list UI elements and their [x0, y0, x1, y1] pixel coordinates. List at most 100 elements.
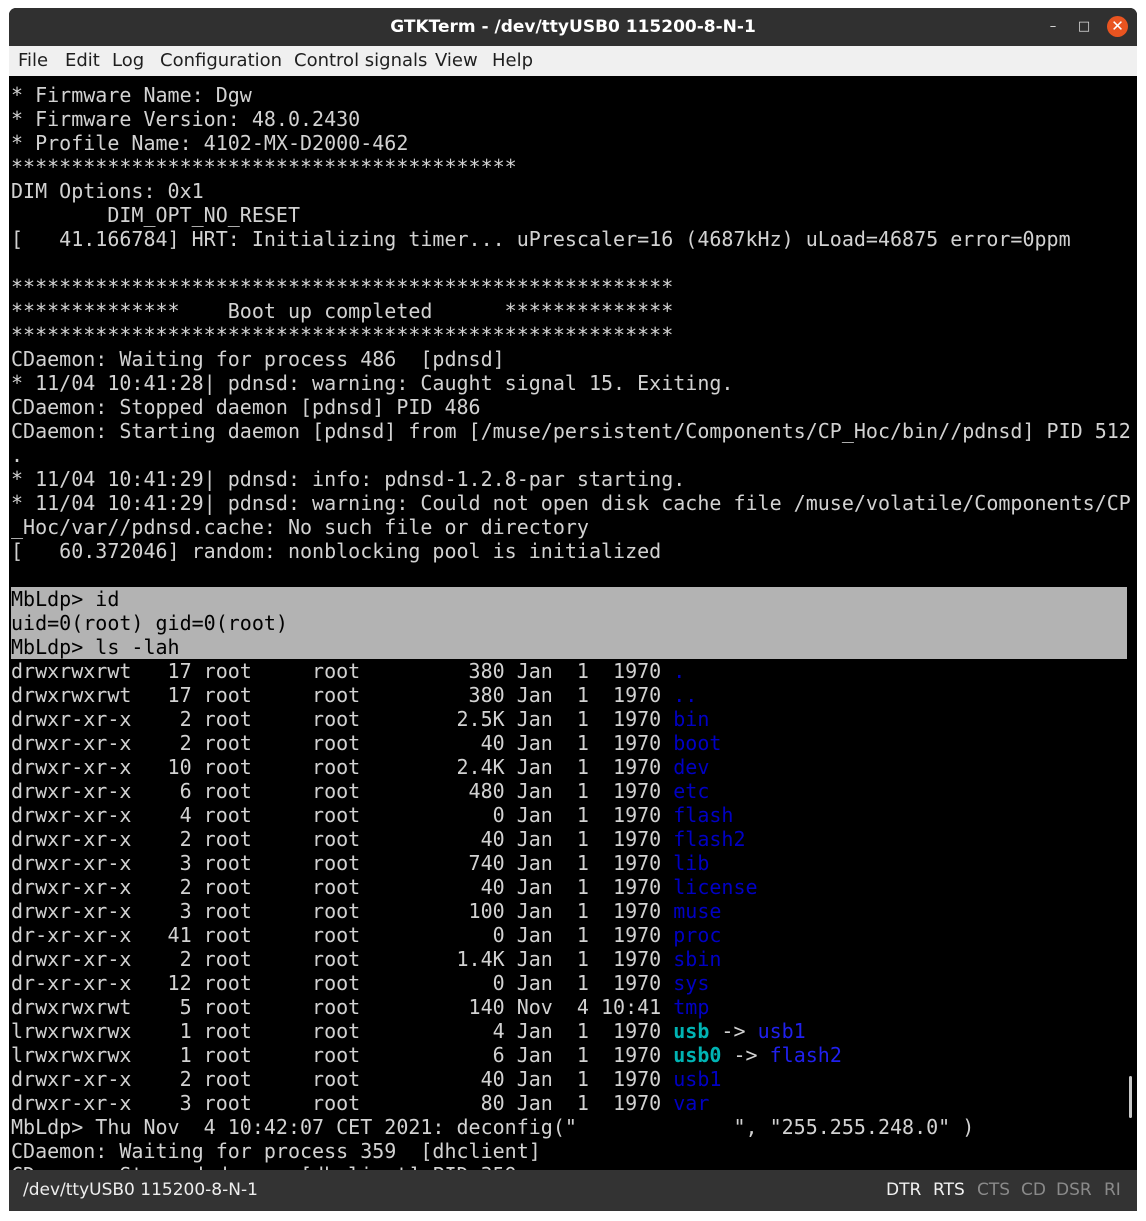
terminal-line: ************** Boot up completed *******… — [11, 299, 674, 323]
terminal-line: CDaemon: Waiting for process 486 [pdnsd] — [11, 347, 505, 371]
signal-rts: RTS — [933, 1180, 965, 1200]
menu-view[interactable]: View — [435, 46, 478, 76]
selected-line: uid=0(root) gid=0(root) — [11, 611, 288, 635]
maximize-icon[interactable]: □ — [1074, 17, 1094, 37]
directory-name: tmp — [673, 995, 710, 1019]
listing-row: drwxr-xr-x 3 root root 740 Jan 1 1970 li… — [11, 851, 709, 875]
listing-meta: drwxrwxrwt 17 root root 380 Jan 1 1970 — [11, 659, 674, 683]
listing-row: drwxr-xr-x 4 root root 0 Jan 1 1970 flas… — [11, 803, 733, 827]
directory-name: usb1 — [673, 1067, 722, 1091]
directory-name: license — [673, 875, 758, 899]
listing-meta: dr-xr-xr-x 41 root root 0 Jan 1 1970 — [11, 923, 674, 947]
listing-meta: drwxrwxrwt 5 root root 140 Nov 4 10:41 — [11, 995, 674, 1019]
scrollbar-thumb[interactable] — [1129, 1076, 1132, 1118]
terminal-line: [ 60.372046] random: nonblocking pool is… — [11, 539, 662, 563]
port-status: /dev/ttyUSB0 115200-8-N-1 — [23, 1180, 258, 1200]
terminal-line: . — [11, 443, 24, 467]
signal-dsr: DSR — [1056, 1180, 1092, 1200]
menu-edit[interactable]: Edit — [65, 46, 100, 76]
terminal-line: MbLdp> Thu Nov 4 10:42:07 CET 2021: deco… — [11, 1115, 975, 1139]
listing-meta: drwxr-xr-x 6 root root 480 Jan 1 1970 — [11, 779, 674, 803]
terminal-line: * 11/04 10:41:28| pdnsd: warning: Caught… — [11, 371, 734, 395]
directory-name: sys — [673, 971, 710, 995]
listing-meta: dr-xr-xr-x 12 root root 0 Jan 1 1970 — [11, 971, 674, 995]
terminal-line: CDaemon: Stopped daemon [dhclient] PID 3… — [11, 1163, 517, 1170]
directory-name: sbin — [673, 947, 722, 971]
symlink-arrow: -> — [709, 1019, 758, 1043]
listing-row: drwxrwxrwt 17 root root 380 Jan 1 1970 .… — [11, 683, 697, 707]
directory-name: var — [673, 1091, 710, 1115]
window-title: GTKTerm - /dev/ttyUSB0 115200-8-N-1 — [390, 17, 756, 37]
menu-log[interactable]: Log — [112, 46, 144, 76]
terminal-line: DIM Options: 0x1 — [11, 179, 204, 203]
listing-row: dr-xr-xr-x 41 root root 0 Jan 1 1970 pro… — [11, 923, 721, 947]
minimize-icon[interactable]: – — [1043, 17, 1063, 37]
listing-meta: drwxr-xr-x 3 root root 740 Jan 1 1970 — [11, 851, 674, 875]
listing-meta: drwxr-xr-x 4 root root 0 Jan 1 1970 — [11, 803, 674, 827]
listing-meta: drwxr-xr-x 2 root root 2.5K Jan 1 1970 — [11, 707, 674, 731]
listing-meta: drwxr-xr-x 3 root root 100 Jan 1 1970 — [11, 899, 674, 923]
terminal-line: CDaemon: Starting daemon [pdnsd] from [/… — [11, 419, 1131, 443]
terminal-line: * 11/04 10:41:29| pdnsd: warning: Could … — [11, 491, 1131, 515]
terminal-line: * Profile Name: 4102-MX-D2000-462 — [11, 131, 409, 155]
terminal-line: [ 41.166784] HRT: Initializing timer... … — [11, 227, 1071, 251]
directory-name: proc — [673, 923, 722, 947]
menu-help[interactable]: Help — [492, 46, 533, 76]
directory-name: flash — [673, 803, 734, 827]
title-bar[interactable]: GTKTerm - /dev/ttyUSB0 115200-8-N-1 – □ … — [9, 8, 1137, 46]
close-icon[interactable]: ✕ — [1107, 16, 1128, 37]
symlink-name: usb — [673, 1019, 710, 1043]
listing-meta: drwxr-xr-x 2 root root 40 Jan 1 1970 — [11, 1067, 674, 1091]
symlink-arrow: -> — [721, 1043, 770, 1067]
directory-name: bin — [673, 707, 710, 731]
directory-name: flash2 — [673, 827, 746, 851]
listing-row: drwxr-xr-x 2 root root 40 Jan 1 1970 usb… — [11, 1067, 721, 1091]
listing-row: drwxr-xr-x 10 root root 2.4K Jan 1 1970 … — [11, 755, 709, 779]
menu-bar: File Edit Log Configuration Control sign… — [9, 46, 1137, 76]
listing-row: drwxr-xr-x 2 root root 40 Jan 1 1970 fla… — [11, 827, 746, 851]
listing-meta: lrwxrwxrwx 1 root root 4 Jan 1 1970 — [11, 1019, 674, 1043]
listing-meta: lrwxrwxrwx 1 root root 6 Jan 1 1970 — [11, 1043, 674, 1067]
listing-row: drwxr-xr-x 6 root root 480 Jan 1 1970 et… — [11, 779, 709, 803]
listing-row: drwxrwxrwt 5 root root 140 Nov 4 10:41 t… — [11, 995, 709, 1019]
terminal-line: _Hoc/var//pdnsd.cache: No such file or d… — [11, 515, 589, 539]
directory-name: dev — [673, 755, 710, 779]
signal-dtr: DTR — [886, 1180, 922, 1200]
terminal-line: ****************************************… — [11, 323, 674, 347]
listing-meta: drwxr-xr-x 10 root root 2.4K Jan 1 1970 — [11, 755, 674, 779]
listing-row: drwxr-xr-x 2 root root 40 Jan 1 1970 boo… — [11, 731, 721, 755]
selected-line: MbLdp> id — [11, 587, 120, 611]
listing-meta: drwxr-xr-x 2 root root 40 Jan 1 1970 — [11, 827, 674, 851]
menu-configuration[interactable]: Configuration — [160, 46, 282, 76]
terminal-output[interactable]: * Firmware Name: Dgw * Firmware Version: … — [9, 76, 1137, 1170]
terminal-line: CDaemon: Waiting for process 359 [dhclie… — [11, 1139, 541, 1163]
symlink-name: usb0 — [673, 1043, 722, 1067]
menu-control-signals[interactable]: Control signals — [294, 46, 427, 76]
listing-row: lrwxrwxrwx 1 root root 6 Jan 1 1970 usb0… — [11, 1043, 842, 1067]
listing-meta: drwxr-xr-x 3 root root 80 Jan 1 1970 — [11, 1091, 674, 1115]
terminal-line: * Firmware Name: Dgw — [11, 83, 252, 107]
listing-meta: drwxr-xr-x 2 root root 40 Jan 1 1970 — [11, 875, 674, 899]
listing-meta: drwxr-xr-x 2 root root 1.4K Jan 1 1970 — [11, 947, 674, 971]
terminal-line: * Firmware Version: 48.0.2430 — [11, 107, 361, 131]
listing-row: drwxr-xr-x 2 root root 1.4K Jan 1 1970 s… — [11, 947, 721, 971]
signal-ri: RI — [1104, 1180, 1121, 1200]
terminal-line: DIM_OPT_NO_RESET — [11, 203, 300, 227]
terminal-window: GTKTerm - /dev/ttyUSB0 115200-8-N-1 – □ … — [9, 8, 1137, 1211]
symlink-target: flash2 — [769, 1043, 842, 1067]
terminal-line: ****************************************… — [11, 155, 517, 179]
listing-row: drwxr-xr-x 3 root root 100 Jan 1 1970 mu… — [11, 899, 721, 923]
directory-name: etc — [673, 779, 710, 803]
symlink-target: usb1 — [757, 1019, 806, 1043]
listing-row: lrwxrwxrwx 1 root root 4 Jan 1 1970 usb … — [11, 1019, 806, 1043]
selected-line: MbLdp> ls -lah — [11, 635, 180, 659]
listing-row: drwxr-xr-x 2 root root 40 Jan 1 1970 lic… — [11, 875, 758, 899]
listing-row: drwxr-xr-x 3 root root 80 Jan 1 1970 var — [11, 1091, 709, 1115]
listing-row: drwxr-xr-x 2 root root 2.5K Jan 1 1970 b… — [11, 707, 709, 731]
status-bar: /dev/ttyUSB0 115200-8-N-1 DTR RTS CTS CD… — [9, 1170, 1137, 1211]
directory-name: boot — [673, 731, 722, 755]
menu-file[interactable]: File — [18, 46, 48, 76]
signal-cd: CD — [1021, 1180, 1046, 1200]
terminal-line: * 11/04 10:41:29| pdnsd: info: pdnsd-1.2… — [11, 467, 686, 491]
directory-name: .. — [673, 683, 698, 707]
